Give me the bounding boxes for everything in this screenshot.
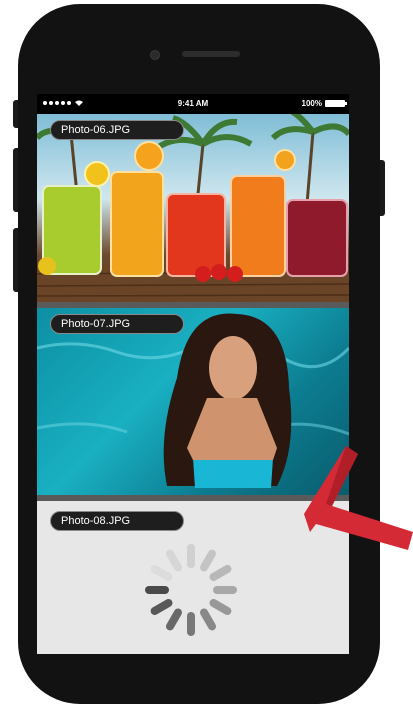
photo-image-juices: [37, 114, 349, 302]
photo-label: Photo-06.JPG: [50, 120, 184, 140]
red-arrow-icon: [304, 446, 413, 550]
status-bar: 9:41 AM 100%: [37, 94, 349, 114]
photo-label: Photo-08.JPG: [50, 511, 184, 531]
photo-card-06[interactable]: Photo-06.JPG: [37, 114, 349, 302]
phone-screen: 9:41 AM 100% Photo-06.JPG Photo-07.JPG P…: [37, 94, 349, 654]
battery-icon: [325, 100, 347, 107]
battery-indicator: 100%: [301, 99, 347, 108]
front-camera-icon: [150, 50, 160, 60]
loading-spinner-icon: [145, 544, 237, 636]
battery-percent: 100%: [301, 99, 322, 108]
earpiece-speaker: [182, 51, 240, 57]
photo-label: Photo-07.JPG: [50, 314, 184, 334]
